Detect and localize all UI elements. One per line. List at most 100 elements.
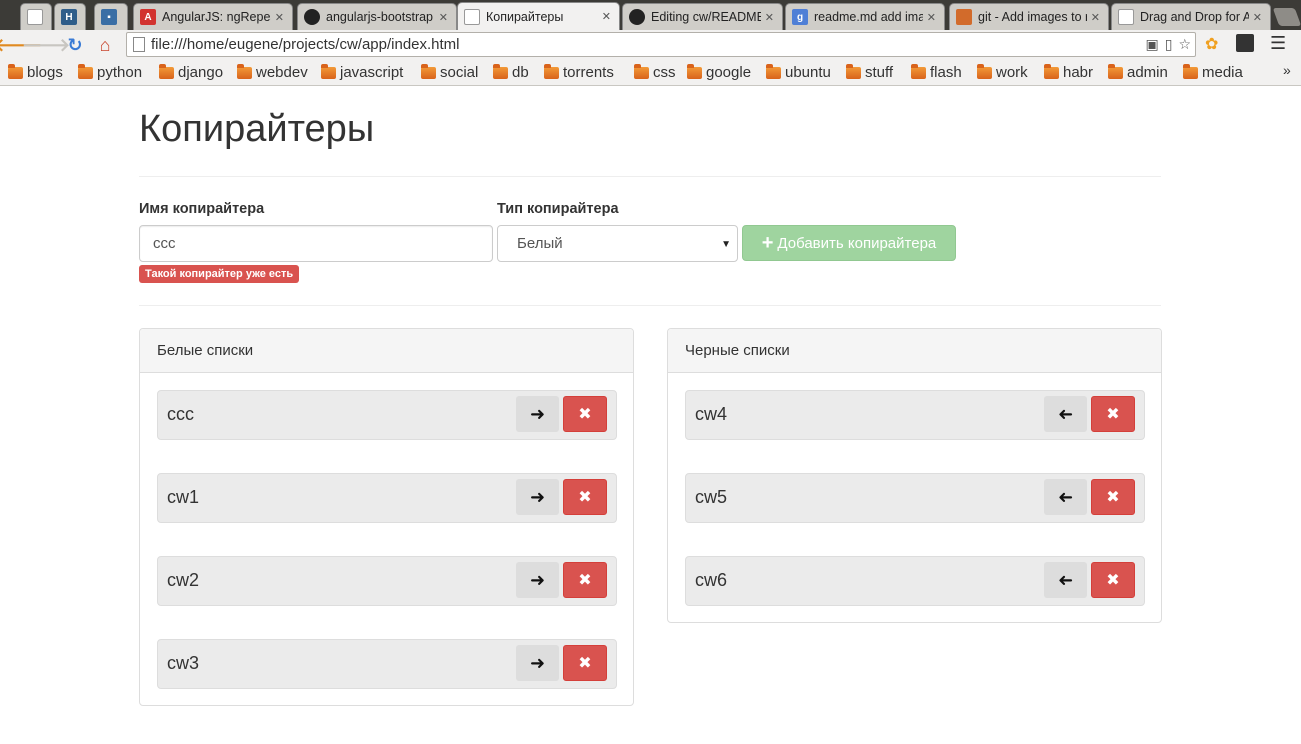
browser-tab[interactable]: Drag and Drop for A ✕ (1111, 3, 1271, 30)
browser-tab[interactable]: Editing cw/READMEm✕ (622, 3, 783, 30)
folder-icon (1183, 63, 1198, 79)
close-icon[interactable]: ✕ (761, 11, 774, 24)
move-to-black-button[interactable]: ➜ (516, 479, 559, 515)
move-to-white-button[interactable]: ➜ (1044, 479, 1087, 515)
browser-tab[interactable]: A AngularJS: ngRepeat ✕ (133, 3, 293, 30)
delete-button[interactable]: ✖ (1091, 396, 1135, 432)
copywriter-name: cw5 (695, 487, 728, 507)
folder-icon (78, 63, 93, 79)
close-icon[interactable]: ✕ (271, 11, 284, 24)
video-icon[interactable]: ▣ (1145, 36, 1158, 53)
bookmark-folder[interactable]: work (977, 63, 1028, 81)
new-tab-button[interactable] (1272, 8, 1301, 26)
white-list-panel: Белые списки ccc ➜ ✖ cw1 ➜ ✖ cw2 ➜ ✖ cw3… (139, 328, 634, 706)
tab-label: Копирайтеры (486, 9, 564, 24)
bookmark-folder[interactable]: db (493, 63, 529, 81)
address-bar[interactable]: file:///home/eugene/projects/cw/app/inde… (126, 32, 1196, 57)
more-bookmarks-button[interactable]: » (1283, 62, 1291, 78)
list-item: cw6 ➜ ✖ (685, 556, 1145, 606)
list-item: cw1 ➜ ✖ (157, 473, 617, 523)
close-icon: ✖ (578, 406, 592, 423)
browser-tab[interactable] (20, 3, 52, 30)
extension-paw-icon[interactable]: ✿ (1205, 34, 1218, 54)
tab-label: Editing cw/READMEm (651, 10, 761, 24)
bookmark-label: db (512, 64, 529, 81)
reload-icon[interactable]: ↻ (63, 33, 87, 57)
page-icon (464, 8, 480, 25)
bookmark-folder[interactable]: css (634, 63, 676, 81)
type-select-value: Белый (517, 235, 563, 252)
browser-tab-active[interactable]: Копирайтеры ✕ (457, 2, 620, 30)
close-icon[interactable]: ✕ (1249, 11, 1262, 24)
bookmark-folder[interactable]: flash (911, 63, 962, 81)
bookmark-folder[interactable]: django (159, 63, 223, 81)
browser-tab[interactable]: H (54, 3, 86, 30)
forward-arrow-icon[interactable]: 🡒 (22, 33, 70, 57)
move-to-black-button[interactable]: ➜ (516, 396, 559, 432)
close-icon: ✖ (1106, 489, 1120, 506)
name-field-label: Имя копирайтера (139, 201, 265, 217)
name-input[interactable] (139, 225, 493, 262)
bookmark-folder[interactable]: python (78, 63, 142, 81)
bookmark-folder[interactable]: habr (1044, 63, 1094, 81)
browser-tab[interactable]: ▪ (94, 3, 128, 30)
copywriter-name: cw6 (695, 570, 728, 590)
bookmark-label: media (1202, 64, 1243, 81)
bookmark-folder[interactable]: admin (1108, 63, 1168, 81)
folder-icon (159, 63, 174, 79)
close-icon[interactable]: ✕ (598, 10, 611, 23)
bookmark-folder[interactable]: ubuntu (766, 63, 831, 81)
move-to-black-button[interactable]: ➜ (516, 645, 559, 681)
bookmark-folder[interactable]: torrents (544, 63, 614, 81)
move-to-black-button[interactable]: ➜ (516, 562, 559, 598)
move-to-white-button[interactable]: ➜ (1044, 396, 1087, 432)
bookmark-folder[interactable]: social (421, 63, 478, 81)
folder-icon (321, 63, 336, 79)
browser-tab[interactable]: angularjs-bootstrap ✕ (297, 3, 457, 30)
arrow-right-icon: ➜ (529, 486, 546, 507)
add-button-label: Добавить копирайтера (777, 234, 937, 252)
delete-button[interactable]: ✖ (563, 479, 607, 515)
close-icon: ✖ (578, 489, 592, 506)
message-icon: ▪ (101, 9, 117, 25)
arrow-left-icon: ➜ (1057, 569, 1074, 590)
bookmark-label: css (653, 64, 676, 81)
move-to-white-button[interactable]: ➜ (1044, 562, 1087, 598)
panel-title: Белые списки (140, 329, 633, 373)
add-copywriter-button[interactable]: + Добавить копирайтера (742, 225, 956, 261)
black-list-panel: Черные списки cw4 ➜ ✖ cw5 ➜ ✖ cw6 ➜ ✖ (667, 328, 1162, 623)
bookmark-folder[interactable]: google (687, 63, 752, 81)
type-select[interactable]: Белый ▼ (497, 225, 738, 262)
delete-button[interactable]: ✖ (1091, 562, 1135, 598)
folder-icon (977, 63, 992, 79)
close-icon[interactable]: ✕ (923, 11, 936, 24)
delete-button[interactable]: ✖ (563, 562, 607, 598)
close-icon[interactable]: ✕ (1087, 11, 1100, 24)
delete-button[interactable]: ✖ (563, 396, 607, 432)
page-title: Копирайтеры (139, 108, 375, 150)
delete-button[interactable]: ✖ (1091, 479, 1135, 515)
browser-tab[interactable]: git - Add images to re ✕ (949, 3, 1109, 30)
bookmark-label: admin (1127, 64, 1168, 81)
type-field-label: Тип копирайтера (497, 201, 619, 217)
bookmark-folder[interactable]: webdev (237, 63, 308, 81)
bookmark-folder[interactable]: media (1183, 63, 1243, 81)
close-icon[interactable]: ✕ (435, 11, 448, 24)
list-item: cw5 ➜ ✖ (685, 473, 1145, 523)
bookmark-label: work (996, 64, 1028, 81)
tab-label: readme.md add image (814, 10, 923, 24)
device-icon[interactable]: ▯ (1165, 36, 1173, 53)
bookmark-folder[interactable]: javascript (321, 63, 403, 81)
browser-tab[interactable]: g readme.md add image✕ (785, 3, 945, 30)
folder-icon (237, 63, 252, 79)
bookmark-folder[interactable]: blogs (8, 63, 63, 81)
list-item: cw3 ➜ ✖ (157, 639, 617, 689)
star-icon[interactable]: ☆ (1178, 36, 1191, 53)
menu-icon[interactable]: ☰ (1270, 33, 1286, 54)
extension-icon[interactable] (1236, 34, 1254, 52)
bookmark-folder[interactable]: stuff (846, 63, 893, 81)
home-icon[interactable]: ⌂ (93, 33, 117, 57)
delete-button[interactable]: ✖ (563, 645, 607, 681)
bookmark-label: google (706, 64, 752, 81)
bookmark-label: habr (1063, 64, 1094, 81)
